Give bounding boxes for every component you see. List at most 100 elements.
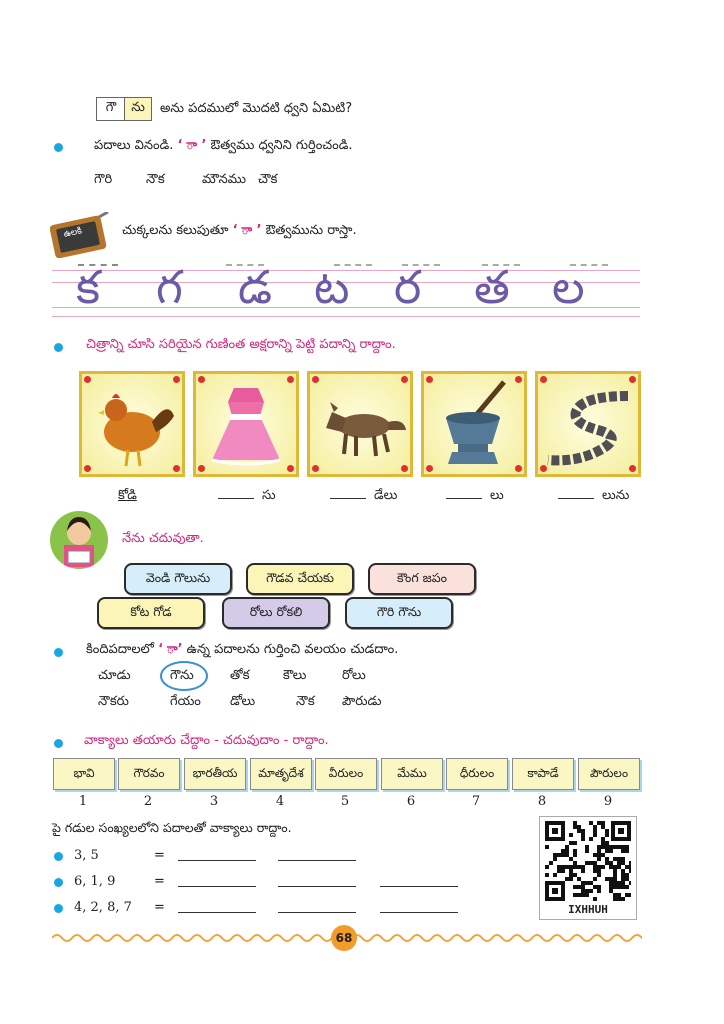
trace-letter: ట [314,260,350,314]
bullet-icon [54,852,63,861]
word-number: 8 [537,794,547,809]
identify-word[interactable]: రోలు [342,668,366,686]
answer-suffix: డేలు [374,488,398,503]
word-number: 3 [209,794,219,809]
listen-instruction: పదాలు వినండి. ‘ ా ’ ఔత్వము ధ్వనిని గుర్త… [94,138,353,156]
identify-word[interactable]: పౌరుడు [342,694,382,712]
identify-text-before: కిందిపదాలలో [86,642,154,657]
sentences-title: వాక్యాలు తయారు చేద్దాం - చదువుదాం - రాద్… [84,733,329,748]
word-box: ధీరులం [446,758,508,790]
bullet-icon [54,904,63,913]
qr-code[interactable]: IXHHUH [539,816,637,920]
trace-letter: క [76,260,101,314]
hen-image [79,371,185,477]
listen-word: గౌరి [94,172,113,187]
word-box: గౌరవం [118,758,180,790]
word-number: 1 [78,794,88,809]
chain-image [535,371,641,477]
answer-line[interactable] [178,912,256,913]
letter-box-gau: గౌ [96,97,126,121]
reading-phrase: కోట గోడ [97,597,205,629]
reading-phrase: గౌరి గౌను [345,597,453,629]
answer-line[interactable] [278,860,356,861]
identify-word[interactable]: గేయం [170,694,201,712]
page-number: 68 [335,931,353,945]
fox-image [307,371,413,477]
mortar-image [421,371,527,477]
identify-word[interactable]: కౌలు [283,668,306,686]
trace-letter: గ [156,260,183,314]
identify-word[interactable]: చూడు [98,668,131,686]
identify-word[interactable]: డోలు [230,694,255,712]
answer-line[interactable] [278,886,356,887]
answer-line[interactable] [278,912,356,913]
word-box: కాపాడే [512,758,574,790]
identify-word[interactable]: తోక [230,668,250,686]
word-box: పౌరులం [578,758,640,790]
bullet-icon [54,143,63,152]
answer-mortar[interactable]: లు [446,488,504,506]
answer-line[interactable] [178,860,256,861]
slate-text-before: చుక్కలను కలుపుతూ [122,223,229,238]
identify-quote: ‘ ా’ [158,642,183,657]
answer-line[interactable] [380,912,458,913]
header-question-text: అను పదములో మొదటి ధ్వని ఏమిటి? [160,101,353,116]
reading-title: నేను చదువుతా. [122,531,204,546]
letter-box-nu: ను [124,97,152,121]
page-number-badge: 68 [331,925,357,951]
word-box: మేము [381,758,443,790]
answer-chain[interactable]: లును [558,488,629,506]
word-box: భారతీయ [184,758,246,790]
listen-word: మౌనము [202,172,247,187]
trace-letter: ర [394,260,422,314]
reading-phrase: వెండి గౌలును [124,563,232,595]
girl-reading-avatar [50,511,108,569]
slate-icon: ఉలకి [49,210,112,259]
slate-instruction: చుక్కలను కలుపుతూ ‘ ా ’ ఔత్వమును రాస్తా. [122,223,357,241]
listen-word: నౌక [146,172,165,187]
word-number: 7 [471,794,481,809]
trace-letter: త [474,260,510,314]
sentence-row-label: 6, 1, 9 [74,874,116,889]
word-box: భావి [53,758,115,790]
pictures-title: చిత్రాన్ని చూసి సరియైన గుణింత అక్షరాన్ని… [86,337,396,352]
identify-text-after: ఉన్న పదాలను గుర్తించి వలయం చుడదాం. [186,642,399,657]
word-number: 6 [406,794,416,809]
word-box: మాతృదేశ [250,758,312,790]
qr-code-label: IXHHUH [568,903,608,916]
bullet-icon [54,878,63,887]
sentence-row-label: 4, 2, 8, 7 [74,900,132,915]
answer-suffix: లు [490,488,504,503]
word-number: 2 [143,794,153,809]
listen-quote: ‘ ా ’ [177,138,207,153]
sentence-row-eq: = [154,848,165,863]
answer-line[interactable] [380,886,458,887]
identify-word[interactable]: గౌను [170,668,194,686]
word-box: వీరులం [315,758,377,790]
bullet-icon [54,343,63,352]
answer-fox[interactable]: డేలు [330,488,397,506]
trace-letter: డ [238,260,273,314]
reading-phrase: గౌడవ చేయకు [246,563,354,595]
identify-word[interactable]: నౌక [296,694,315,712]
reading-phrase: కౌంగ జపం [368,563,476,595]
frock-image [193,371,299,477]
answer-suffix: లును [602,488,630,503]
answer-frock[interactable]: సు [218,488,276,506]
slate-text-after: ఔత్వమును రాస్తా. [265,223,357,238]
answer-suffix: సు [262,488,276,503]
word-number: 4 [275,794,285,809]
listen-text-after: ఔత్వము ధ్వనిని గుర్తించండి. [210,138,353,153]
reading-phrase: రోలు రోకలి [222,597,330,629]
bullet-icon [54,648,63,657]
bullet-icon [54,739,63,748]
listen-word: చౌక [258,172,278,187]
slate-quote: ‘ ా ’ [232,223,262,238]
trace-letter: ల [552,260,585,314]
identify-instruction: కిందిపదాలలో ‘ ా’ ఉన్న పదాలను గుర్తించి వ… [86,642,398,660]
identify-word[interactable]: నౌకరు [98,694,129,712]
answer-line[interactable] [178,886,256,887]
sentence-row-eq: = [154,900,165,915]
sentence-row-label: 3, 5 [74,848,99,863]
listen-text-before: పదాలు వినండి. [94,138,174,153]
